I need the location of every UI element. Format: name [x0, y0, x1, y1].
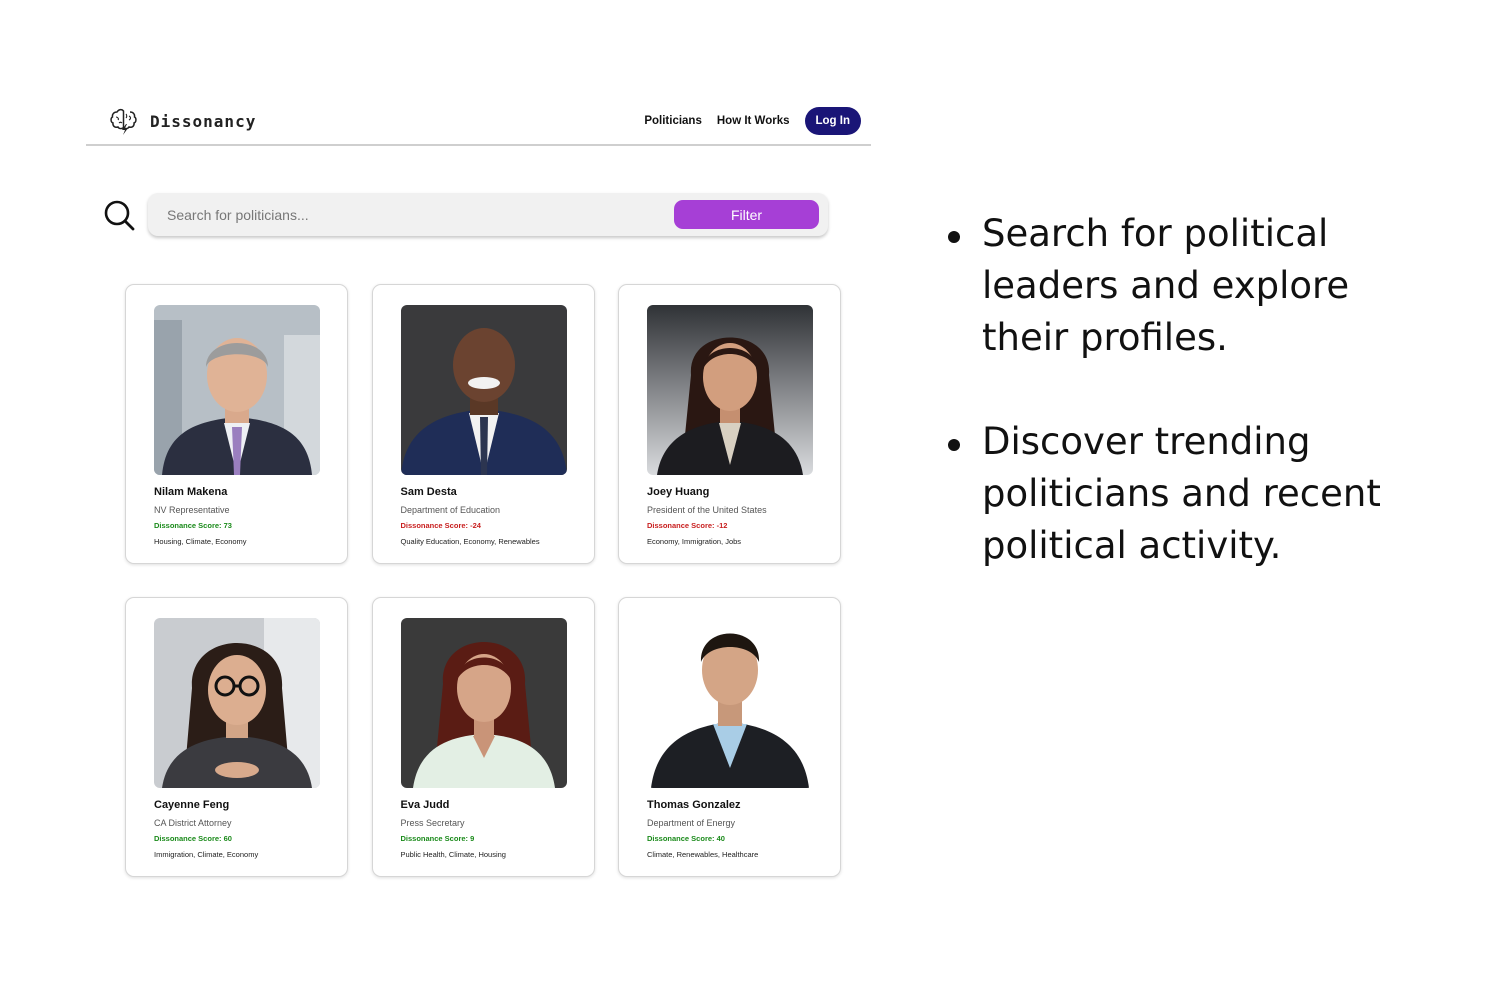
- brand-name: Dissonancy: [150, 111, 257, 131]
- brain-lightning-icon: [110, 108, 137, 135]
- search-bar: Filter: [148, 193, 828, 236]
- brand[interactable]: Dissonancy: [108, 106, 256, 136]
- dissonance-score: Dissonance Score: 60: [154, 834, 232, 843]
- politician-card[interactable]: Cayenne Feng CA District Attorney Disson…: [125, 597, 348, 877]
- feature-list: Search for political leaders and explore…: [943, 208, 1423, 624]
- search-icon[interactable]: [103, 199, 135, 231]
- filter-button[interactable]: Filter: [674, 200, 819, 229]
- dissonance-score: Dissonance Score: 73: [154, 521, 232, 530]
- politician-card[interactable]: Nilam Makena NV Representative Dissonanc…: [125, 284, 348, 564]
- politician-role: Press Secretary: [400, 818, 465, 828]
- politician-name: Sam Desta: [400, 486, 457, 498]
- politician-name: Eva Judd: [400, 799, 450, 811]
- politician-photo: [647, 618, 813, 788]
- dissonance-score: Dissonance Score: -12: [647, 521, 728, 530]
- politician-role: President of the United States: [647, 505, 767, 515]
- search-input[interactable]: [148, 193, 668, 236]
- politician-info: Cayenne Feng CA District Attorney Disson…: [154, 798, 344, 860]
- politician-name: Thomas Gonzalez: [647, 799, 741, 811]
- politician-info: Eva Judd Press Secretary Dissonance Scor…: [401, 798, 591, 860]
- politician-role: NV Representative: [154, 505, 230, 515]
- politician-photo: [154, 618, 320, 788]
- nav-links: Politicians How It Works Log In: [644, 107, 861, 135]
- politician-topics: Housing, Climate, Economy: [154, 537, 247, 546]
- politician-photo: [647, 305, 813, 475]
- politician-name: Cayenne Feng: [154, 799, 230, 811]
- politician-info: Joey Huang President of the United State…: [647, 485, 837, 547]
- politician-topics: Immigration, Climate, Economy: [154, 850, 259, 859]
- politician-topics: Climate, Renewables, Healthcare: [647, 850, 759, 859]
- politician-info: Sam Desta Department of Education Disson…: [401, 485, 591, 547]
- politician-grid: Nilam Makena NV Representative Dissonanc…: [125, 284, 841, 877]
- login-button[interactable]: Log In: [804, 107, 861, 135]
- dissonance-score: Dissonance Score: -24: [400, 521, 481, 530]
- nav-link-politicians[interactable]: Politicians: [644, 115, 702, 127]
- politician-card[interactable]: Thomas Gonzalez Department of Energy Dis…: [618, 597, 841, 877]
- politician-topics: Public Health, Climate, Housing: [400, 850, 506, 859]
- dissonance-score: Dissonance Score: 9: [400, 834, 475, 843]
- politician-info: Thomas Gonzalez Department of Energy Dis…: [647, 798, 837, 860]
- politician-card[interactable]: Eva Judd Press Secretary Dissonance Scor…: [371, 597, 595, 877]
- politician-role: Department of Education: [400, 505, 501, 515]
- feature-bullet: Search for political leaders and explore…: [943, 208, 1423, 364]
- politician-card[interactable]: Joey Huang President of the United State…: [618, 284, 841, 564]
- politician-photo: [154, 305, 320, 475]
- politician-photo: [400, 305, 567, 475]
- politician-card[interactable]: Sam Desta Department of Education Disson…: [371, 284, 595, 564]
- politician-topics: Quality Education, Economy, Renewables: [400, 537, 540, 546]
- politician-role: Department of Energy: [647, 818, 736, 828]
- politician-photo: [400, 618, 567, 788]
- politician-topics: Economy, Immigration, Jobs: [647, 537, 742, 546]
- navbar: Dissonancy Politicians How It Works Log …: [86, 100, 871, 146]
- dissonance-score: Dissonance Score: 40: [647, 834, 725, 843]
- feature-bullet: Discover trending politicians and recent…: [943, 416, 1423, 572]
- politician-info: Nilam Makena NV Representative Dissonanc…: [154, 485, 344, 547]
- nav-link-how-it-works[interactable]: How It Works: [717, 115, 790, 127]
- politician-role: CA District Attorney: [154, 818, 232, 828]
- politician-name: Joey Huang: [647, 486, 710, 498]
- politician-name: Nilam Makena: [154, 486, 228, 498]
